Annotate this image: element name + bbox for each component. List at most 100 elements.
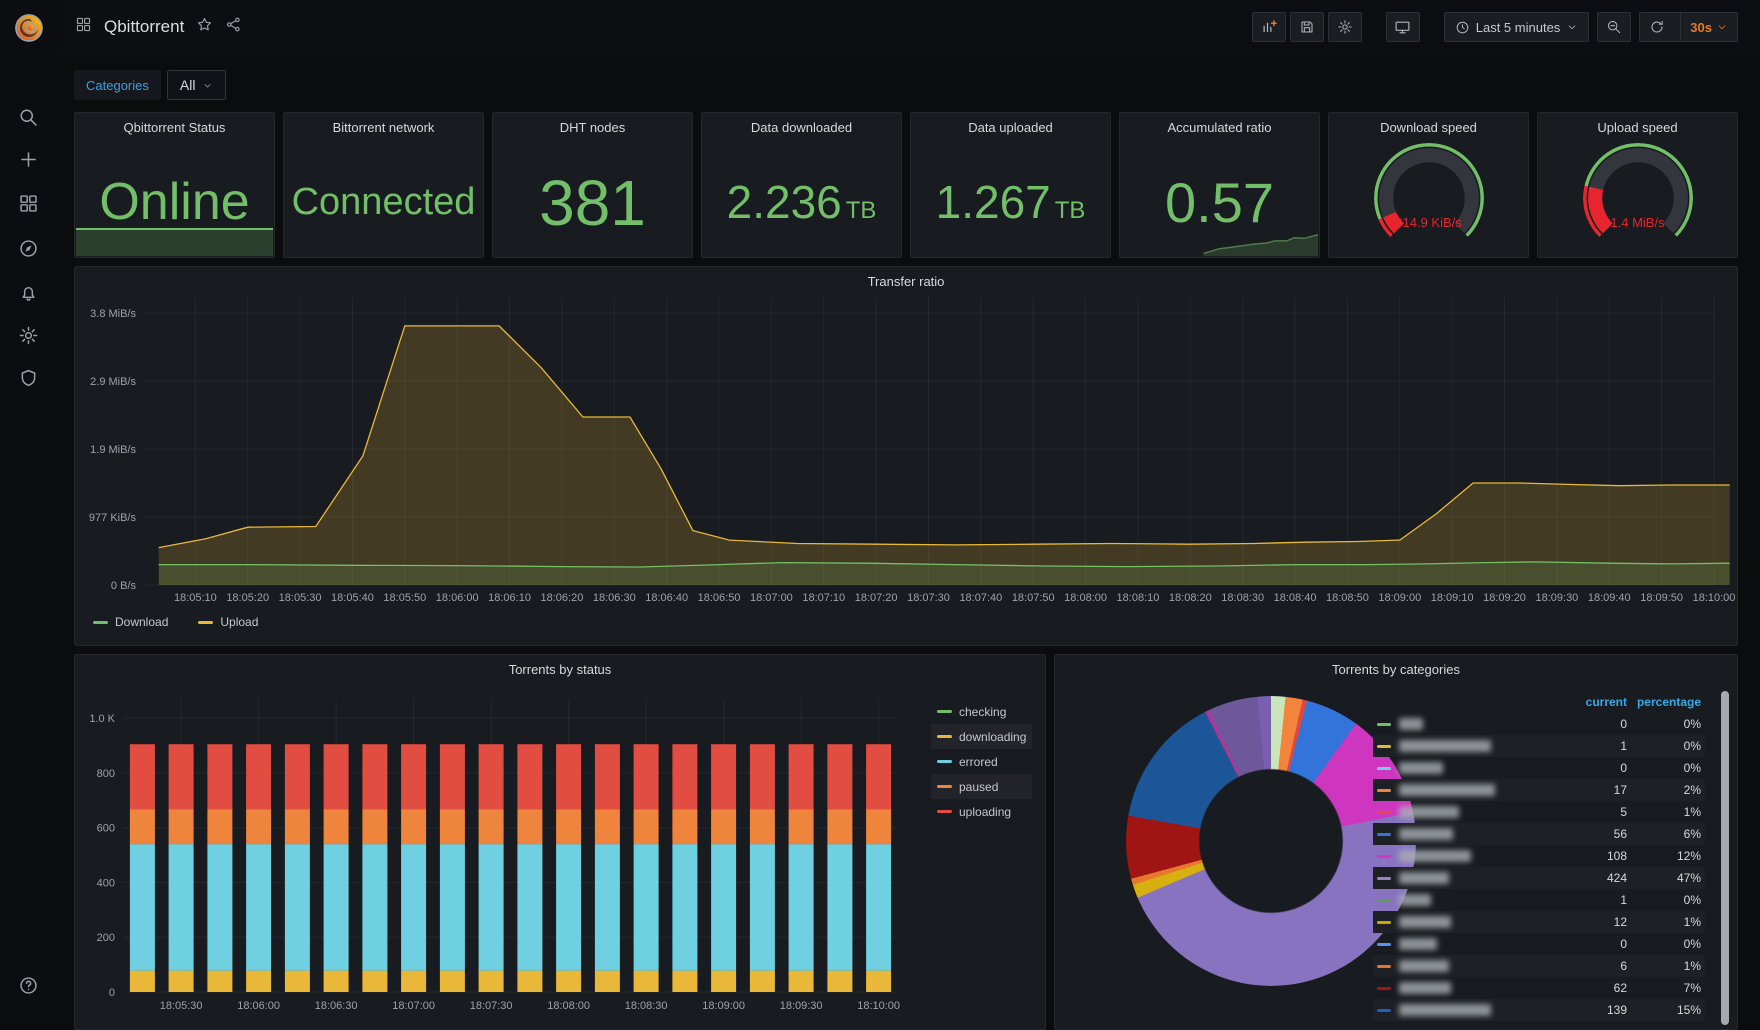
col-current[interactable]: current [1563,695,1627,709]
add-panel-button[interactable] [1251,12,1286,42]
legend-item-checking[interactable]: checking [931,699,1032,724]
category-label-redacted [1399,850,1471,862]
legend-swatch [937,760,952,763]
category-row[interactable]: 6 1% [1373,955,1705,977]
star-icon[interactable] [196,16,213,38]
panel-title[interactable]: Torrents by status [75,662,1045,677]
panel-title[interactable]: DHT nodes [493,120,692,135]
stat-panel-bittorrent-network: Bittorrent network Connected [283,112,484,258]
category-row[interactable]: 12 1% [1373,911,1705,933]
share-icon[interactable] [225,16,242,38]
bar-segment-errored [401,844,427,971]
sidebar-item-search[interactable] [0,99,57,135]
y-axis-label: 800 [97,768,115,780]
bell-icon [22,286,35,301]
sidebar-item-alerting[interactable] [0,274,57,310]
bar-segment-errored [478,844,504,971]
stat-value: 2.236 TB [726,176,877,229]
panel-title[interactable]: Download speed [1329,120,1528,135]
bar-segment-downloading [788,970,814,992]
x-axis-label: 18:06:00 [237,1000,280,1012]
x-axis-label: 18:09:30 [780,1000,823,1012]
clock-icon [1456,21,1469,33]
gauge-value: 314.9 KiB/s [1395,215,1462,230]
category-row[interactable]: 1 0% [1373,889,1705,911]
legend-item-paused[interactable]: paused [931,774,1033,799]
category-label-redacted [1399,916,1451,928]
panel-title[interactable]: Data uploaded [911,120,1110,135]
legend-item-uploading[interactable]: uploading [931,799,1032,824]
legend-item-download[interactable]: Download [87,613,174,631]
category-current: 5 [1620,805,1627,819]
legend-label: uploading [959,804,1012,819]
x-axis-label: 18:07:30 [907,592,950,604]
sidebar-item-configuration[interactable] [0,317,57,353]
category-row[interactable]: 56 6% [1373,823,1705,845]
zoom-out-button[interactable] [1597,12,1632,42]
stat-unit: TB [1054,197,1086,225]
category-row[interactable]: 424 47% [1373,867,1705,889]
category-row[interactable]: 1 0% [1373,735,1705,757]
category-label-redacted [1399,938,1437,950]
time-range-label: Last 5 minutes [1475,19,1561,35]
time-range-picker[interactable]: Last 5 minutes [1443,12,1590,42]
save-dashboard-button[interactable] [1289,12,1324,42]
panel-title[interactable]: Bittorrent network [284,120,483,135]
panel-title[interactable]: Data downloaded [702,120,901,135]
stat-value: 381 [539,167,646,239]
bar-segment-errored [362,844,388,971]
category-row[interactable]: 108 12% [1373,845,1705,867]
apps-grid-icon[interactable] [75,16,92,38]
refresh-interval-label: 30s [1690,19,1712,35]
category-current: 0 [1620,717,1627,731]
sidebar-item-dashboards[interactable] [0,185,57,221]
compass-icon [20,239,37,257]
category-swatch [1377,876,1391,880]
panel-title[interactable]: Upload speed [1538,120,1737,135]
refresh-interval-dropdown[interactable]: 30s [1680,13,1737,41]
panel-title[interactable]: Transfer ratio [75,274,1737,289]
help-circle-icon [20,976,37,994]
legend-item-errored[interactable]: errored [931,749,1032,774]
variable-value-dropdown[interactable]: All [166,70,227,100]
category-swatch [1377,920,1391,924]
bar-segment-downloading [362,970,388,992]
category-row[interactable]: 5 1% [1373,801,1705,823]
category-percentage: 6% [1683,827,1701,841]
category-percentage: 12% [1676,849,1701,863]
y-axis-label: 977 KiB/s [89,512,137,524]
bar-segment-uploading [749,744,775,810]
category-percentage: 0% [1683,717,1701,731]
sidebar-item-server-admin[interactable] [0,360,57,396]
grafana-logo[interactable] [0,8,57,48]
refresh-button[interactable] [1640,13,1674,41]
legend-label: checking [959,704,1007,719]
category-row[interactable]: 0 0% [1373,757,1705,779]
dashboard-settings-button[interactable] [1327,12,1362,42]
category-row[interactable]: 0 0% [1373,933,1705,955]
bar-segment-downloading [866,970,892,992]
panel-title[interactable]: Torrents by categories [1055,662,1737,677]
legend-item-upload[interactable]: Upload [192,613,264,631]
bar-segment-downloading [478,970,504,992]
panel-title[interactable]: Qbittorrent Status [75,120,274,135]
sidebar-item-add[interactable] [0,141,57,177]
sidebar-item-help[interactable] [0,967,57,1003]
panel-title[interactable]: Accumulated ratio [1120,120,1319,135]
category-row[interactable]: 0 0% [1373,713,1705,735]
category-label-redacted [1399,784,1495,796]
gauge: 314.9 KiB/s [1373,143,1484,253]
cycle-view-button[interactable] [1385,12,1420,42]
legend-item-downloading[interactable]: downloading [931,724,1033,749]
sidebar-item-explore[interactable] [0,230,57,266]
category-current: 62 [1613,981,1627,995]
table-scrollbar[interactable] [1721,691,1729,1025]
category-row[interactable]: 62 7% [1373,977,1705,999]
category-row[interactable]: 17 2% [1373,779,1705,801]
col-percentage[interactable]: percentage [1627,695,1701,709]
y-axis-label: 0 B/s [111,580,137,592]
x-axis-label: 18:09:50 [1640,592,1683,604]
category-percentage: 1% [1683,805,1701,819]
bar-segment-downloading [517,970,543,992]
category-row[interactable]: 139 15% [1373,999,1705,1021]
